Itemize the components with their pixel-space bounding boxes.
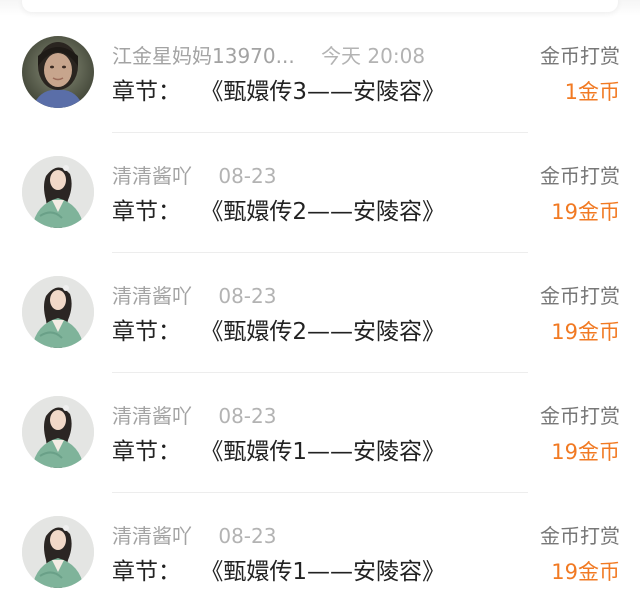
chapter-title[interactable]: 《甄嬛传1——安陵容》 <box>200 436 445 468</box>
chapter-label: 章节： <box>112 79 181 105</box>
avatar[interactable] <box>22 516 94 588</box>
list-item[interactable]: 清清酱吖 08-23 章节： 《甄嬛传2——安陵容》 金币打赏 19金币 <box>0 240 640 360</box>
list-item[interactable]: 清清酱吖 08-23 章节： 《甄嬛传1——安陵容》 金币打赏 19金币 <box>0 480 640 600</box>
reward-type: 金币打赏 <box>540 524 620 548</box>
item-meta: 清清酱吖 08-23 <box>112 162 276 190</box>
reward-amount: 19金币 <box>551 200 620 224</box>
chapter-title[interactable]: 《甄嬛传2——安陵容》 <box>200 316 445 348</box>
avatar[interactable] <box>22 396 94 468</box>
photo-avatar-icon <box>22 36 94 108</box>
chapter-label: 章节： <box>112 559 181 585</box>
item-meta: 清清酱吖 08-23 <box>112 402 276 430</box>
timestamp: 今天 20:08 <box>321 44 426 68</box>
chapter-line: 章节： 《甄嬛传1——安陵容》 <box>112 436 445 468</box>
chapter-title[interactable]: 《甄嬛传1——安陵容》 <box>200 556 445 588</box>
list-item[interactable]: 清清酱吖 08-23 章节： 《甄嬛传1——安陵容》 金币打赏 19金币 <box>0 360 640 480</box>
chapter-title[interactable]: 《甄嬛传3——安陵容》 <box>200 76 445 108</box>
chapter-line: 章节： 《甄嬛传3——安陵容》 <box>112 76 445 108</box>
list-item[interactable]: 江金星妈妈13970... 今天 20:08 章节： 《甄嬛传3——安陵容》 金… <box>0 0 640 120</box>
reward-type: 金币打赏 <box>540 284 620 308</box>
user-name[interactable]: 清清酱吖 <box>112 522 192 550</box>
reward-amount: 1金币 <box>564 80 620 104</box>
chapter-label: 章节： <box>112 439 181 465</box>
illustrated-woman-icon <box>22 276 94 348</box>
reward-amount: 19金币 <box>551 560 620 584</box>
user-name[interactable]: 清清酱吖 <box>112 162 192 190</box>
item-meta: 清清酱吖 08-23 <box>112 282 276 310</box>
chapter-line: 章节： 《甄嬛传1——安陵容》 <box>112 556 445 588</box>
reward-type: 金币打赏 <box>540 164 620 188</box>
reward-type: 金币打赏 <box>540 44 620 68</box>
item-meta: 清清酱吖 08-23 <box>112 522 276 550</box>
reward-amount: 19金币 <box>551 440 620 464</box>
timestamp: 08-23 <box>218 524 277 548</box>
chapter-label: 章节： <box>112 199 181 225</box>
item-meta: 江金星妈妈13970... 今天 20:08 <box>112 42 425 70</box>
timestamp: 08-23 <box>218 164 277 188</box>
illustrated-woman-icon <box>22 396 94 468</box>
illustrated-woman-icon <box>22 156 94 228</box>
chapter-line: 章节： 《甄嬛传2——安陵容》 <box>112 316 445 348</box>
chapter-label: 章节： <box>112 319 181 345</box>
timestamp: 08-23 <box>218 404 277 428</box>
reward-type: 金币打赏 <box>540 404 620 428</box>
chapter-line: 章节： 《甄嬛传2——安陵容》 <box>112 196 445 228</box>
list-item[interactable]: 清清酱吖 08-23 章节： 《甄嬛传2——安陵容》 金币打赏 19金币 <box>0 120 640 240</box>
avatar[interactable] <box>22 36 94 108</box>
timestamp: 08-23 <box>218 284 277 308</box>
user-name[interactable]: 江金星妈妈13970... <box>112 42 295 70</box>
chapter-title[interactable]: 《甄嬛传2——安陵容》 <box>200 196 445 228</box>
user-name[interactable]: 清清酱吖 <box>112 282 192 310</box>
reward-amount: 19金币 <box>551 320 620 344</box>
user-name[interactable]: 清清酱吖 <box>112 402 192 430</box>
avatar[interactable] <box>22 156 94 228</box>
avatar[interactable] <box>22 276 94 348</box>
illustrated-woman-icon <box>22 516 94 588</box>
